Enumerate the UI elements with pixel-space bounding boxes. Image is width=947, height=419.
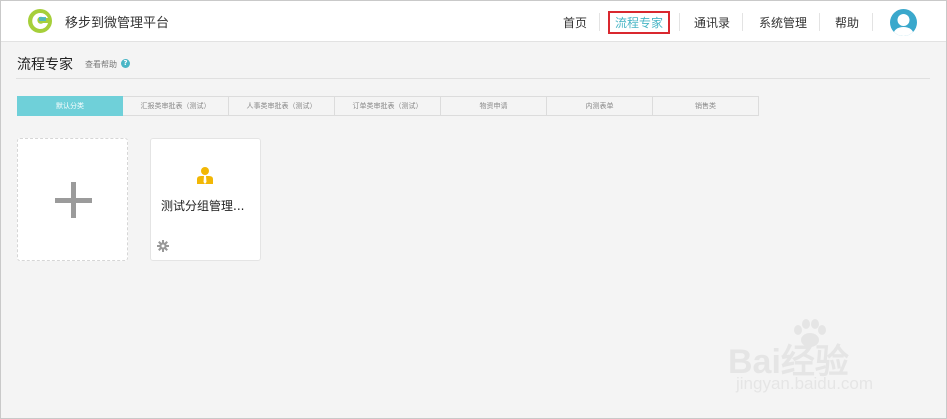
flow-name: 测试分组管理... bbox=[161, 199, 245, 213]
plus-icon bbox=[55, 198, 92, 203]
help-link[interactable]: 查看帮助 bbox=[85, 59, 117, 70]
nav-contacts[interactable]: 通讯录 bbox=[694, 14, 730, 31]
nav-system-management[interactable]: 系统管理 bbox=[759, 14, 807, 31]
tab-sales[interactable]: 销售类 bbox=[653, 96, 759, 116]
page-title: 流程专家 bbox=[17, 57, 73, 73]
watermark: Bai经验 jingyan.baidu.com bbox=[728, 318, 908, 398]
nav-separator bbox=[679, 13, 680, 31]
nav-separator bbox=[819, 13, 820, 31]
nav-help[interactable]: 帮助 bbox=[835, 14, 859, 31]
top-bar: 移步到微管理平台 首页 流程专家 通讯录 系统管理 帮助 bbox=[1, 1, 946, 42]
tab-order-approval[interactable]: 订单类审批表（测试） bbox=[335, 96, 441, 116]
user-avatar-icon bbox=[893, 14, 914, 36]
user-avatar[interactable] bbox=[890, 9, 917, 36]
tab-report-approval[interactable]: 汇报类审批表（测试） bbox=[123, 96, 229, 116]
flow-card[interactable]: 测试分组管理... bbox=[150, 138, 261, 261]
nav-home[interactable]: 首页 bbox=[563, 14, 587, 31]
app-logo-icon[interactable] bbox=[27, 8, 53, 34]
gear-icon[interactable] bbox=[157, 240, 169, 252]
tab-hr-approval[interactable]: 人事类审批表（测试） bbox=[229, 96, 335, 116]
nav-separator bbox=[599, 13, 600, 31]
tab-material-request[interactable]: 物资申请 bbox=[441, 96, 547, 116]
help-question-icon[interactable]: ? bbox=[121, 59, 130, 68]
watermark-url: jingyan.baidu.com bbox=[736, 374, 874, 393]
app-title: 移步到微管理平台 bbox=[65, 16, 170, 31]
nav-separator bbox=[872, 13, 873, 31]
tab-default-category[interactable]: 默认分类 bbox=[17, 96, 123, 116]
nav-process-expert[interactable]: 流程专家 bbox=[615, 14, 663, 31]
person-icon bbox=[197, 167, 213, 184]
nav-separator bbox=[742, 13, 743, 31]
add-flow-card[interactable] bbox=[17, 138, 128, 261]
tab-internal-test-form[interactable]: 内测表单 bbox=[547, 96, 653, 116]
header-divider bbox=[16, 78, 930, 79]
